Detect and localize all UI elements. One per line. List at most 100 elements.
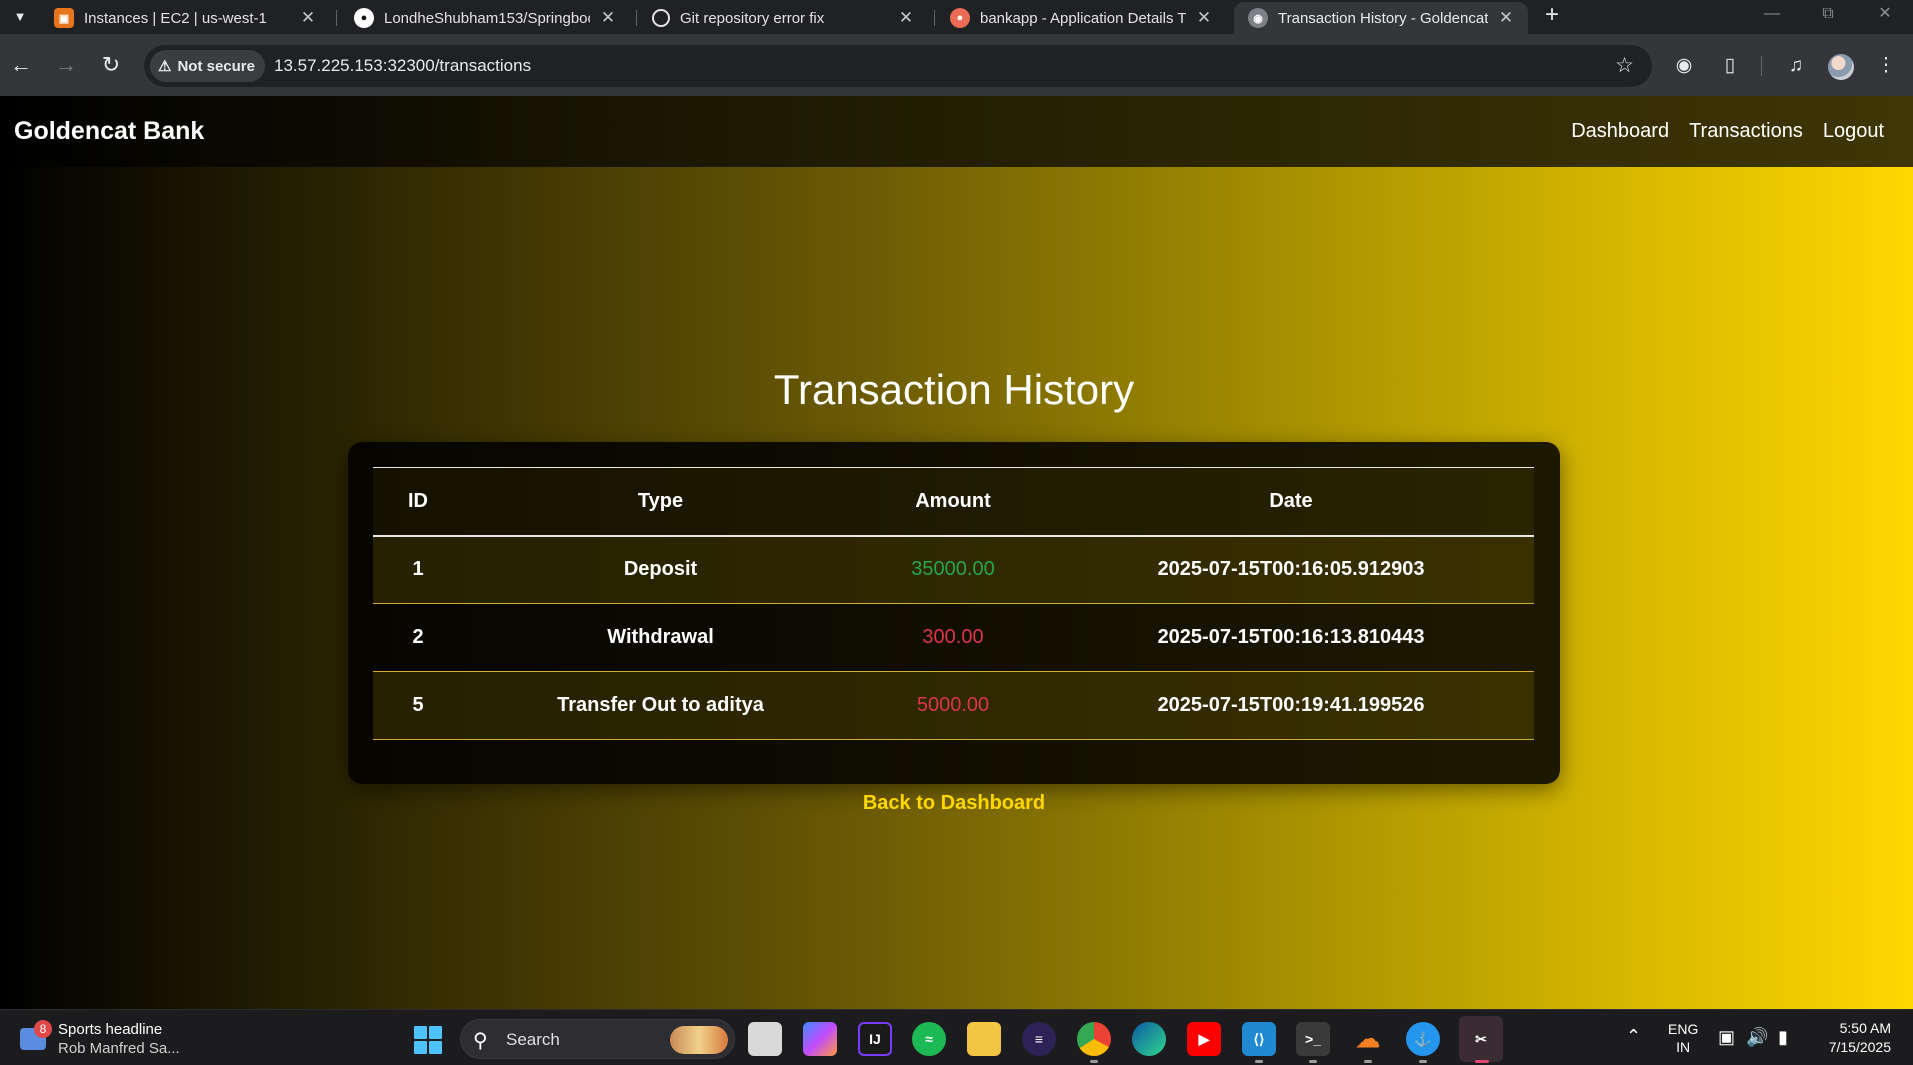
active-indicator bbox=[1475, 1060, 1489, 1063]
brand-logo[interactable]: Goldencat Bank bbox=[14, 96, 204, 167]
folder-icon[interactable] bbox=[967, 1022, 1001, 1056]
volume-icon[interactable]: 🔊 bbox=[1746, 1027, 1768, 1048]
lens-icon[interactable]: ◉ bbox=[1668, 50, 1700, 82]
cell-id: 5 bbox=[412, 694, 424, 716]
cell-date: 2025-07-15T00:16:13.810443 bbox=[1157, 626, 1425, 648]
battery-icon[interactable]: ▮ bbox=[1778, 1027, 1788, 1048]
taskbar: 8 Sports headline Rob Manfred Sa... ⚲ Se… bbox=[0, 1009, 1913, 1065]
table-row: 1 Deposit 35000.00 2025-07-15T00:16:05.9… bbox=[373, 535, 1534, 604]
close-icon[interactable]: ✕ bbox=[598, 8, 618, 28]
vscode-icon[interactable]: ⟨⟩ bbox=[1242, 1022, 1276, 1056]
menu-kebab-icon[interactable]: ⋮ bbox=[1870, 50, 1902, 82]
extensions-icon[interactable]: ▯ bbox=[1714, 50, 1746, 82]
transactions-table: ID Type Amount Date 1 Deposit 35000.00 2… bbox=[373, 467, 1534, 740]
back-arrow-icon[interactable]: ← bbox=[5, 50, 37, 82]
security-chip[interactable]: ⚠ Not secure bbox=[150, 50, 265, 82]
notification-badge: 8 bbox=[34, 1020, 52, 1038]
copilot-icon[interactable] bbox=[803, 1022, 837, 1056]
task-view-icon[interactable] bbox=[748, 1022, 782, 1056]
cell-id: 2 bbox=[412, 626, 424, 648]
intellij-icon[interactable]: IJ bbox=[858, 1022, 892, 1056]
header-type: Type bbox=[637, 489, 684, 512]
close-window-button[interactable]: ✕ bbox=[1857, 0, 1913, 30]
edge-icon[interactable] bbox=[1132, 1022, 1166, 1056]
app-navbar: Goldencat Bank Dashboard Transactions Lo… bbox=[0, 96, 1913, 167]
reload-icon[interactable]: ↻ bbox=[95, 50, 127, 82]
argocd-icon: ● bbox=[950, 8, 970, 28]
youtube-icon[interactable]: ▶ bbox=[1187, 1022, 1221, 1056]
cell-type: Transfer Out to aditya bbox=[557, 694, 764, 716]
chevron-up-icon[interactable]: ⌃ bbox=[1626, 1026, 1641, 1047]
chrome-icon[interactable] bbox=[1077, 1022, 1111, 1056]
tab-separator bbox=[934, 10, 935, 26]
transactions-card: ID Type Amount Date 1 Deposit 35000.00 2… bbox=[348, 442, 1560, 784]
terminal-icon[interactable]: >_ bbox=[1296, 1022, 1330, 1056]
nav-dashboard-link[interactable]: Dashboard bbox=[1571, 120, 1669, 143]
tab-transaction-history[interactable]: ◉ Transaction History - Goldencat Bank ✕ bbox=[1234, 2, 1528, 34]
cell-type: Withdrawal bbox=[607, 626, 714, 648]
media-control-icon[interactable]: ♫ bbox=[1780, 50, 1812, 82]
running-indicator bbox=[1090, 1060, 1098, 1063]
cell-id: 1 bbox=[412, 558, 424, 581]
eclipse-icon[interactable]: ≡ bbox=[1022, 1022, 1056, 1056]
running-indicator bbox=[1364, 1060, 1372, 1063]
close-icon[interactable]: ✕ bbox=[298, 8, 318, 28]
cell-amount: 300.00 bbox=[922, 626, 984, 648]
close-icon[interactable]: ✕ bbox=[1194, 8, 1214, 28]
github-icon: ● bbox=[354, 8, 374, 28]
globe-icon: ◉ bbox=[1248, 8, 1268, 28]
taskbar-search-box[interactable]: ⚲ Search bbox=[460, 1019, 735, 1059]
docker-icon[interactable]: ⚓ bbox=[1406, 1022, 1440, 1056]
running-indicator bbox=[1309, 1060, 1317, 1063]
table-row: 5 Transfer Out to aditya 5000.00 2025-07… bbox=[373, 671, 1534, 740]
close-icon[interactable]: ✕ bbox=[1496, 8, 1516, 28]
tab-argocd-bankapp[interactable]: ● bankapp - Application Details Tree ✕ bbox=[936, 2, 1226, 34]
tab-search-icon[interactable]: ▼ bbox=[6, 5, 34, 29]
spotify-icon[interactable]: ≈ bbox=[912, 1022, 946, 1056]
browser-toolbar: ← → ↻ ⚠ Not secure 13.57.225.153:32300/t… bbox=[0, 34, 1913, 96]
new-tab-button[interactable]: + bbox=[1538, 2, 1566, 30]
tab-ec2-instances[interactable]: ▣ Instances | EC2 | us-west-1 ✕ bbox=[40, 2, 330, 34]
snipping-tool-icon[interactable]: ✂ bbox=[1459, 1016, 1503, 1062]
windows-start-icon[interactable] bbox=[414, 1026, 442, 1054]
widget-subtitle: Rob Manfred Sa... bbox=[58, 1040, 180, 1057]
toolbar-separator bbox=[1761, 56, 1762, 76]
header-id: ID bbox=[408, 489, 428, 512]
nav-logout-link[interactable]: Logout bbox=[1823, 120, 1884, 143]
cell-amount: 5000.00 bbox=[916, 694, 990, 716]
chatgpt-icon bbox=[652, 9, 670, 27]
header-amount: Amount bbox=[915, 489, 991, 512]
news-widget[interactable]: 8 Sports headline Rob Manfred Sa... bbox=[16, 1018, 216, 1058]
nav-transactions-link[interactable]: Transactions bbox=[1689, 120, 1803, 143]
search-highlight-icon bbox=[670, 1026, 728, 1054]
cell-amount: 35000.00 bbox=[911, 558, 995, 581]
cloudflare-icon[interactable]: ☁ bbox=[1351, 1022, 1385, 1056]
tab-strip: ▼ ▣ Instances | EC2 | us-west-1 ✕ ● Lond… bbox=[0, 0, 1913, 34]
forward-arrow-icon[interactable]: → bbox=[50, 50, 82, 82]
page-viewport: Goldencat Bank Dashboard Transactions Lo… bbox=[0, 96, 1913, 1009]
close-icon[interactable]: ✕ bbox=[896, 8, 916, 28]
tab-git-error-fix[interactable]: Git repository error fix ✕ bbox=[638, 2, 928, 34]
tab-separator bbox=[636, 10, 637, 26]
cell-date: 2025-07-15T00:19:41.199526 bbox=[1157, 694, 1425, 716]
back-to-dashboard-link[interactable]: Back to Dashboard bbox=[0, 792, 1908, 815]
running-indicator bbox=[1255, 1060, 1263, 1063]
nav-links: Dashboard Transactions Logout bbox=[1571, 96, 1884, 167]
bookmark-star-icon[interactable]: ☆ bbox=[1615, 45, 1634, 87]
tab-separator bbox=[336, 10, 337, 26]
table-row: 2 Withdrawal 300.00 2025-07-15T00:16:13.… bbox=[373, 604, 1534, 672]
address-bar[interactable]: ⚠ Not secure 13.57.225.153:32300/transac… bbox=[144, 45, 1652, 87]
tab-github-repo[interactable]: ● LondheShubham153/Springboot ✕ bbox=[340, 2, 630, 34]
profile-avatar[interactable] bbox=[1828, 54, 1854, 80]
running-indicator bbox=[1419, 1060, 1427, 1063]
restore-button[interactable]: ⧉ bbox=[1800, 0, 1856, 30]
language-indicator[interactable]: ENG IN bbox=[1668, 1020, 1698, 1056]
network-icon[interactable]: ▣ bbox=[1718, 1027, 1735, 1048]
table-header-row: ID Type Amount Date bbox=[373, 467, 1534, 536]
header-date: Date bbox=[1269, 489, 1313, 512]
minimize-button[interactable]: — bbox=[1744, 0, 1800, 30]
widget-headline: Sports headline bbox=[58, 1021, 163, 1038]
cell-date: 2025-07-15T00:16:05.912903 bbox=[1157, 558, 1425, 581]
url-text[interactable]: 13.57.225.153:32300/transactions bbox=[274, 45, 531, 87]
system-clock[interactable]: 5:50 AM 7/15/2025 bbox=[1829, 1019, 1891, 1057]
